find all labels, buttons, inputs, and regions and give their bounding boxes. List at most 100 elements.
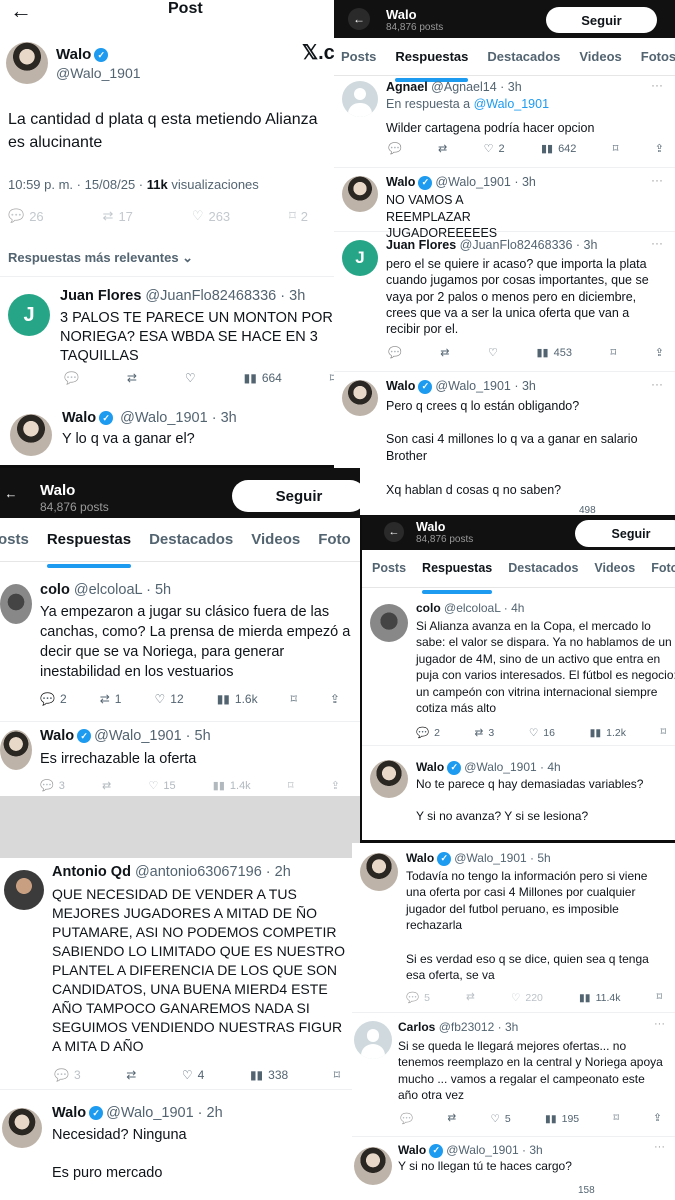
author-handle[interactable]: @Walo_1901 bbox=[454, 851, 526, 865]
author-handle[interactable]: @Agnael14 bbox=[431, 80, 497, 94]
tweet[interactable]: Walo ✓ @Walo_1901 · 3h ··· Y si no llegan … bbox=[352, 1137, 675, 1200]
avatar[interactable] bbox=[354, 1021, 392, 1059]
tab-posts[interactable]: Posts bbox=[372, 561, 406, 587]
author-name[interactable]: Antonio Qd bbox=[52, 864, 131, 880]
tab-destacados[interactable]: Destacados bbox=[487, 49, 560, 75]
author-name[interactable]: Walo bbox=[56, 46, 91, 63]
bookmark-icon[interactable]: ⌑ bbox=[613, 142, 619, 155]
views-button[interactable]: ▮▮ 1.4k bbox=[213, 779, 251, 793]
follow-button[interactable]: Seguir bbox=[546, 7, 657, 33]
avatar[interactable] bbox=[10, 414, 52, 456]
tab-destacados[interactable]: Destacados bbox=[508, 561, 578, 587]
reply-icon[interactable]: 💬 bbox=[400, 1112, 413, 1125]
tweet[interactable]: J Juan Flores @JuanFlo82468336 · 3h ··· … bbox=[334, 232, 675, 372]
heart-icon[interactable]: ♡ bbox=[185, 371, 196, 385]
tweet[interactable]: Walo ✓ @Walo_1901 · 3h ··· Pero q crees q … bbox=[334, 372, 675, 515]
reply-button[interactable]: 💬 3 bbox=[54, 1068, 81, 1082]
reply-button[interactable]: 💬 2 bbox=[40, 692, 67, 706]
repost-button[interactable]: ⇄ 17 bbox=[103, 208, 133, 224]
tab-posts[interactable]: Posts bbox=[341, 49, 376, 75]
back-arrow-icon[interactable]: ← bbox=[10, 0, 32, 24]
share-icon[interactable]: ⇪ bbox=[653, 1112, 662, 1125]
tweet[interactable]: Walo ✓ @Walo_1901 · 4h No te parece q hay … bbox=[362, 746, 675, 840]
tab-respuestas[interactable]: Respuestas bbox=[395, 49, 468, 82]
like-button[interactable]: ♡ 4 bbox=[182, 1068, 204, 1082]
author-name[interactable]: Juan Flores bbox=[60, 288, 141, 304]
reply-to-link[interactable]: @Walo_1901 bbox=[474, 97, 549, 111]
views-button[interactable]: ▮▮ 11.4k bbox=[579, 991, 620, 1004]
author-handle[interactable]: @fb23012 bbox=[439, 1020, 495, 1034]
sort-replies-dropdown[interactable]: Respuestas más relevantes ⌄ bbox=[8, 250, 193, 266]
back-button[interactable]: ← bbox=[0, 482, 22, 504]
author-name[interactable]: colo bbox=[416, 601, 441, 615]
share-icon[interactable]: ⇪ bbox=[655, 346, 664, 359]
author-name[interactable]: Walo bbox=[398, 1143, 426, 1157]
tab-videos[interactable]: Videos bbox=[251, 531, 300, 561]
tab-fotos[interactable]: Foto bbox=[651, 561, 675, 587]
like-button[interactable]: ♡ 2 bbox=[484, 142, 505, 156]
author-handle[interactable]: @Walo_1901 bbox=[106, 1105, 194, 1121]
repost-icon[interactable]: ⇄ bbox=[447, 1112, 456, 1125]
share-icon[interactable]: ⇪ bbox=[655, 142, 664, 155]
tab-respuestas[interactable]: Respuestas bbox=[422, 561, 493, 594]
author-name[interactable]: Walo bbox=[406, 851, 434, 865]
more-options-icon[interactable]: ··· bbox=[654, 1141, 665, 1153]
bookmark-icon[interactable]: ⌑ bbox=[613, 1112, 618, 1125]
more-options-icon[interactable]: ··· bbox=[651, 236, 663, 250]
avatar[interactable] bbox=[0, 730, 32, 770]
tweet[interactable]: colo @elcoloaL · 4h Si Alianza avanza en… bbox=[362, 596, 675, 746]
author-name[interactable]: Agnael bbox=[386, 80, 428, 94]
more-options-icon[interactable]: ··· bbox=[651, 173, 663, 187]
author-handle[interactable]: @Walo_1901 bbox=[435, 379, 510, 393]
author-handle[interactable]: @Walo_1901 bbox=[120, 410, 208, 426]
avatar[interactable] bbox=[342, 176, 378, 212]
repost-icon[interactable]: ⇄ bbox=[438, 142, 447, 155]
author-name[interactable]: Walo bbox=[416, 760, 444, 774]
repost-icon[interactable]: ⇄ bbox=[466, 991, 475, 1004]
author-handle[interactable]: @JuanFlo82468336 bbox=[460, 238, 573, 252]
tab-posts[interactable]: osts bbox=[0, 531, 29, 561]
bookmark-icon[interactable]: ⌑ bbox=[291, 692, 297, 706]
author-name[interactable]: Walo bbox=[62, 410, 96, 426]
avatar[interactable] bbox=[342, 81, 378, 117]
tab-videos[interactable]: Videos bbox=[579, 49, 621, 75]
avatar[interactable] bbox=[354, 1147, 392, 1185]
reply-button[interactable]: 💬 3 bbox=[40, 779, 65, 793]
reply-button[interactable]: 💬 5 bbox=[406, 991, 430, 1005]
bookmark-icon[interactable]: ⌑ bbox=[611, 346, 617, 359]
tab-fotos[interactable]: Foto bbox=[318, 531, 350, 561]
like-button[interactable]: ♡ 5 bbox=[490, 1112, 510, 1125]
back-button[interactable]: ← bbox=[348, 8, 370, 30]
author-handle[interactable]: @elcoloaL bbox=[74, 582, 142, 598]
avatar[interactable]: J bbox=[342, 240, 378, 276]
avatar[interactable] bbox=[4, 870, 44, 910]
reply-button[interactable]: 💬 2 bbox=[416, 726, 440, 740]
more-options-icon[interactable]: ··· bbox=[654, 1018, 665, 1030]
author-name[interactable]: Walo bbox=[52, 1105, 86, 1121]
share-icon[interactable]: ⇪ bbox=[330, 692, 340, 706]
follow-button[interactable]: Seguir bbox=[575, 520, 675, 547]
avatar[interactable]: J bbox=[8, 294, 50, 336]
tweet[interactable]: colo @elcoloaL · 5h Ya empezaron a jugar… bbox=[0, 570, 360, 722]
like-button[interactable]: ♡ 15 bbox=[148, 779, 175, 793]
repost-icon[interactable]: ⇄ bbox=[440, 346, 449, 359]
tweet[interactable]: Carlos @fb23012 · 3h ··· Si se queda le … bbox=[352, 1013, 675, 1137]
reply-icon[interactable]: 💬 bbox=[64, 371, 79, 385]
tab-respuestas[interactable]: Respuestas bbox=[46, 531, 132, 568]
bookmark-icon[interactable]: ⌑ bbox=[334, 1068, 340, 1082]
avatar[interactable] bbox=[342, 380, 378, 416]
repost-icon[interactable]: ⇄ bbox=[102, 779, 111, 792]
tweet[interactable]: Walo ✓ @Walo_1901 · 3h ··· NO VAMOS A REEM… bbox=[334, 168, 675, 240]
repost-button[interactable]: ⇄ 1 bbox=[100, 692, 122, 706]
author-name[interactable]: Walo bbox=[386, 175, 415, 189]
like-button[interactable]: ♡ 220 bbox=[511, 991, 543, 1004]
views-button[interactable]: ▮▮ 338 bbox=[250, 1068, 288, 1082]
repost-icon[interactable]: ⇄ bbox=[126, 1068, 136, 1082]
tweet[interactable]: Walo ✓ @Walo_1901 · 5h Todavía no tengo la… bbox=[352, 843, 675, 1013]
more-options-icon[interactable]: ··· bbox=[651, 377, 663, 391]
reply-icon[interactable]: 💬 bbox=[388, 142, 402, 155]
bookmark-icon[interactable]: ⌑ bbox=[288, 779, 294, 792]
reply-button[interactable]: 💬 26 bbox=[8, 208, 44, 224]
tab-destacados[interactable]: Destacados bbox=[149, 531, 233, 561]
author-handle[interactable]: @antonio63067196 bbox=[135, 864, 262, 880]
